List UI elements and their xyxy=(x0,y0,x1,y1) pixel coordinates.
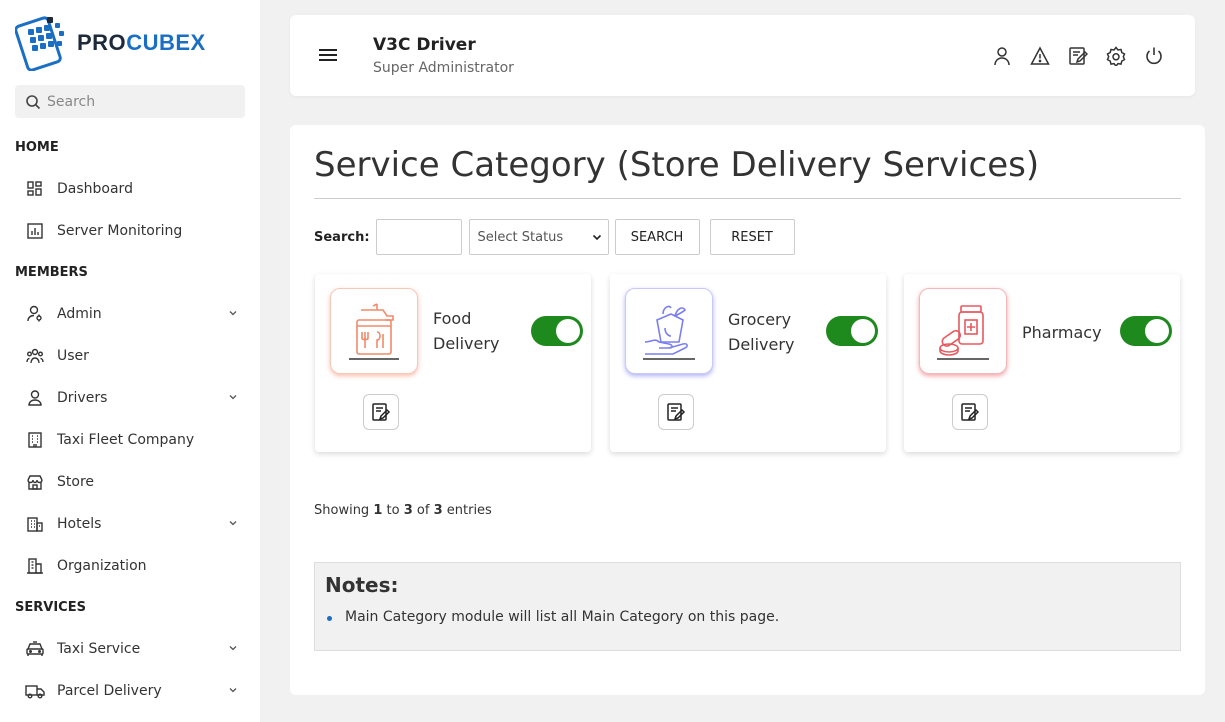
user-name: V3C Driver xyxy=(373,35,476,55)
sidebar-item-label: Taxi Fleet Company xyxy=(57,432,195,448)
sidebar-item-label: Taxi Service xyxy=(57,641,141,657)
category-name: Grocery Delivery xyxy=(728,310,795,354)
sidebar-item-drivers[interactable]: Drivers xyxy=(0,377,260,419)
search-label: Search: xyxy=(314,229,370,245)
hotel-icon xyxy=(25,514,45,534)
search-icon xyxy=(26,94,41,109)
pagination-info: Showing 1 to 3 of 3 entries xyxy=(314,503,492,518)
chevron-down-icon xyxy=(229,646,237,651)
grocery-delivery-icon xyxy=(625,288,713,374)
menu-icon[interactable] xyxy=(318,47,338,67)
status-select-value: Select Status xyxy=(477,229,564,245)
sidebar: PROCUBEX HOME Dashboard Server Monitorin… xyxy=(0,0,260,722)
edit-icon xyxy=(372,403,391,421)
logo-icon xyxy=(15,16,64,71)
sidebar-item-taxi-fleet-company[interactable]: Taxi Fleet Company xyxy=(0,419,260,461)
sidebar-item-hotels[interactable]: Hotels xyxy=(0,503,260,545)
toggle-knob xyxy=(556,319,580,343)
taxi-icon xyxy=(25,639,45,659)
profile-icon[interactable] xyxy=(991,45,1013,67)
sidebar-search-input[interactable] xyxy=(47,93,237,110)
sidebar-nav: HOME Dashboard Server Monitoring MEMBERS… xyxy=(0,127,260,712)
category-card-food-delivery: Food Delivery xyxy=(315,274,591,452)
toggle-knob xyxy=(1145,319,1169,343)
filter-bar: Search: Select Status SEARCH RESET xyxy=(314,219,805,255)
search-button[interactable]: SEARCH xyxy=(614,219,700,255)
organization-icon xyxy=(25,556,45,576)
chevron-down-icon xyxy=(229,311,237,316)
title-divider xyxy=(314,198,1181,199)
search-input[interactable] xyxy=(375,219,462,255)
category-name: Food Delivery xyxy=(433,309,500,353)
toggle-knob xyxy=(851,319,875,343)
sidebar-item-label: Server Monitoring xyxy=(57,223,183,239)
sidebar-item-dashboard[interactable]: Dashboard xyxy=(0,168,260,210)
nav-section-members: MEMBERS xyxy=(15,265,88,280)
gear-icon[interactable] xyxy=(1105,45,1127,67)
edit-button[interactable] xyxy=(658,394,694,430)
status-toggle[interactable] xyxy=(1120,316,1172,346)
top-actions xyxy=(975,45,1165,67)
sidebar-item-store[interactable]: Store xyxy=(0,461,260,503)
category-card-pharmacy: Pharmacy xyxy=(904,274,1180,452)
sidebar-item-server-monitoring[interactable]: Server Monitoring xyxy=(0,210,260,252)
store-icon xyxy=(25,472,45,492)
pharmacy-icon xyxy=(919,288,1007,374)
sidebar-item-label: Admin xyxy=(57,306,102,322)
edit-icon xyxy=(667,403,686,421)
status-toggle[interactable] xyxy=(531,316,583,346)
status-select[interactable]: Select Status xyxy=(468,219,609,255)
sidebar-search[interactable] xyxy=(15,85,245,118)
chevron-down-icon xyxy=(229,395,237,400)
nav-section-home: HOME xyxy=(15,140,59,155)
sidebar-item-user[interactable]: User xyxy=(0,335,260,377)
sidebar-item-label: Organization xyxy=(57,558,147,574)
sidebar-item-taxi-service[interactable]: Taxi Service xyxy=(0,628,260,670)
sidebar-item-label: Hotels xyxy=(57,516,102,532)
food-delivery-icon xyxy=(330,288,418,374)
chevron-down-icon xyxy=(592,234,601,241)
sidebar-item-label: User xyxy=(57,348,89,364)
sidebar-item-parcel-delivery[interactable]: Parcel Delivery xyxy=(0,670,260,712)
chart-icon xyxy=(25,221,45,241)
edit-note-icon[interactable] xyxy=(1067,45,1089,67)
page-title: Service Category (Store Delivery Service… xyxy=(314,145,1040,185)
sidebar-item-label: Drivers xyxy=(57,390,108,406)
sidebar-item-organization[interactable]: Organization xyxy=(0,545,260,587)
brand-logo[interactable]: PROCUBEX xyxy=(15,15,206,71)
sidebar-item-label: Parcel Delivery xyxy=(57,683,162,699)
sidebar-item-admin[interactable]: Admin xyxy=(0,293,260,335)
edit-icon xyxy=(961,403,980,421)
notes-title: Notes: xyxy=(325,573,399,597)
category-name: Pharmacy xyxy=(1022,323,1102,342)
notes-panel: Notes: Main Category module will list al… xyxy=(314,562,1181,651)
chevron-down-icon xyxy=(229,688,237,693)
edit-button[interactable] xyxy=(363,394,399,430)
category-card-grocery-delivery: Grocery Delivery xyxy=(610,274,886,452)
truck-icon xyxy=(25,681,45,701)
reset-button[interactable]: RESET xyxy=(709,219,795,255)
status-toggle[interactable] xyxy=(826,316,878,346)
building-icon xyxy=(25,430,45,450)
power-icon[interactable] xyxy=(1143,45,1165,67)
top-bar: V3C Driver Super Administrator xyxy=(290,15,1195,96)
sidebar-item-label: Store xyxy=(57,474,95,490)
admin-icon xyxy=(25,304,45,324)
driver-icon xyxy=(25,388,45,408)
main-panel: Service Category (Store Delivery Service… xyxy=(290,125,1205,695)
notes-item: Main Category module will list all Main … xyxy=(326,609,780,625)
warning-icon[interactable] xyxy=(1029,45,1051,67)
nav-section-services: SERVICES xyxy=(15,600,86,615)
brand-name: PROCUBEX xyxy=(77,30,206,55)
user-role: Super Administrator xyxy=(373,60,514,76)
users-icon xyxy=(25,346,45,366)
chevron-down-icon xyxy=(229,521,237,526)
sidebar-item-label: Dashboard xyxy=(57,181,133,197)
edit-button[interactable] xyxy=(952,394,988,430)
dashboard-icon xyxy=(25,179,45,199)
